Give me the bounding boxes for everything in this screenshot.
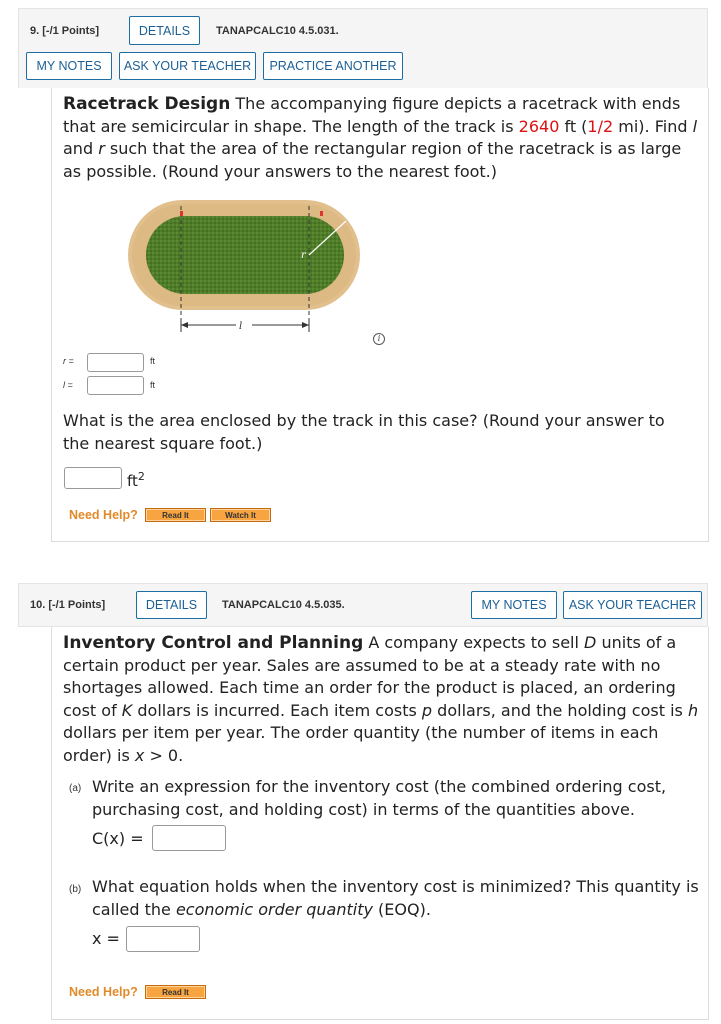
q9-half-mile: 1/2 (587, 116, 614, 136)
x-label: x = (92, 929, 120, 948)
q10-part-a-text: Write an expression for the inventory co… (92, 777, 667, 819)
q9-details-button[interactable]: DETAILS (129, 16, 200, 45)
cx-label: C(x) = (92, 829, 144, 848)
q9-ask-teacher-button[interactable]: ASK YOUR TEACHER (119, 52, 256, 80)
q10-details-button[interactable]: DETAILS (136, 591, 207, 619)
q9-question-code: TANAPCALC10 4.5.031. (216, 25, 339, 37)
l-input-label: l = (63, 380, 73, 390)
cx-input[interactable] (152, 825, 226, 851)
q10-part-b-label: (b) (69, 884, 82, 895)
l-unit: ft (150, 380, 156, 390)
q9-practice-another-button[interactable]: PRACTICE ANOTHER (263, 52, 403, 80)
q10-ask-teacher-button[interactable]: ASK YOUR TEACHER (563, 591, 702, 619)
q10-read-it-button[interactable]: Read It (145, 985, 206, 999)
q10-part-b-text: What equation holds when the inventory c… (92, 877, 699, 919)
q9-track-length: 2640 (518, 116, 560, 136)
q9-prompt: Racetrack Design The accompanying figure… (63, 94, 698, 181)
track-infield (146, 216, 344, 294)
q10-prompt: Inventory Control and Planning A company… (63, 633, 699, 765)
area-input[interactable] (64, 467, 122, 489)
r-unit: ft (150, 356, 156, 366)
q10-part-a-label: (a) (69, 783, 82, 794)
q9-number: 9. [-/1 Points] (30, 25, 100, 37)
q10-my-notes-button[interactable]: MY NOTES (471, 591, 557, 619)
q10-need-help-label: Need Help? (69, 985, 138, 999)
figure-label-l: l (239, 321, 242, 332)
x-input[interactable] (126, 926, 200, 952)
q9-read-it-button[interactable]: Read It (145, 508, 206, 522)
l-input[interactable] (87, 376, 144, 395)
q9-watch-it-button[interactable]: Watch It (210, 508, 271, 522)
racetrack-figure: r l (128, 200, 360, 332)
q9-area-question: What is the area enclosed by the track i… (63, 411, 665, 453)
q10-question-code: TANAPCALC10 4.5.035. (222, 599, 345, 611)
info-icon[interactable]: i (373, 333, 385, 345)
q10-number: 10. [-/1 Points] (30, 599, 106, 611)
r-input[interactable] (87, 353, 144, 372)
q9-title: Racetrack Design (63, 94, 231, 114)
q10-title: Inventory Control and Planning (63, 633, 364, 653)
r-input-label: r = (63, 356, 74, 366)
q9-my-notes-button[interactable]: MY NOTES (26, 52, 112, 80)
q9-need-help-label: Need Help? (69, 508, 138, 522)
area-unit: ft2 (127, 470, 145, 490)
